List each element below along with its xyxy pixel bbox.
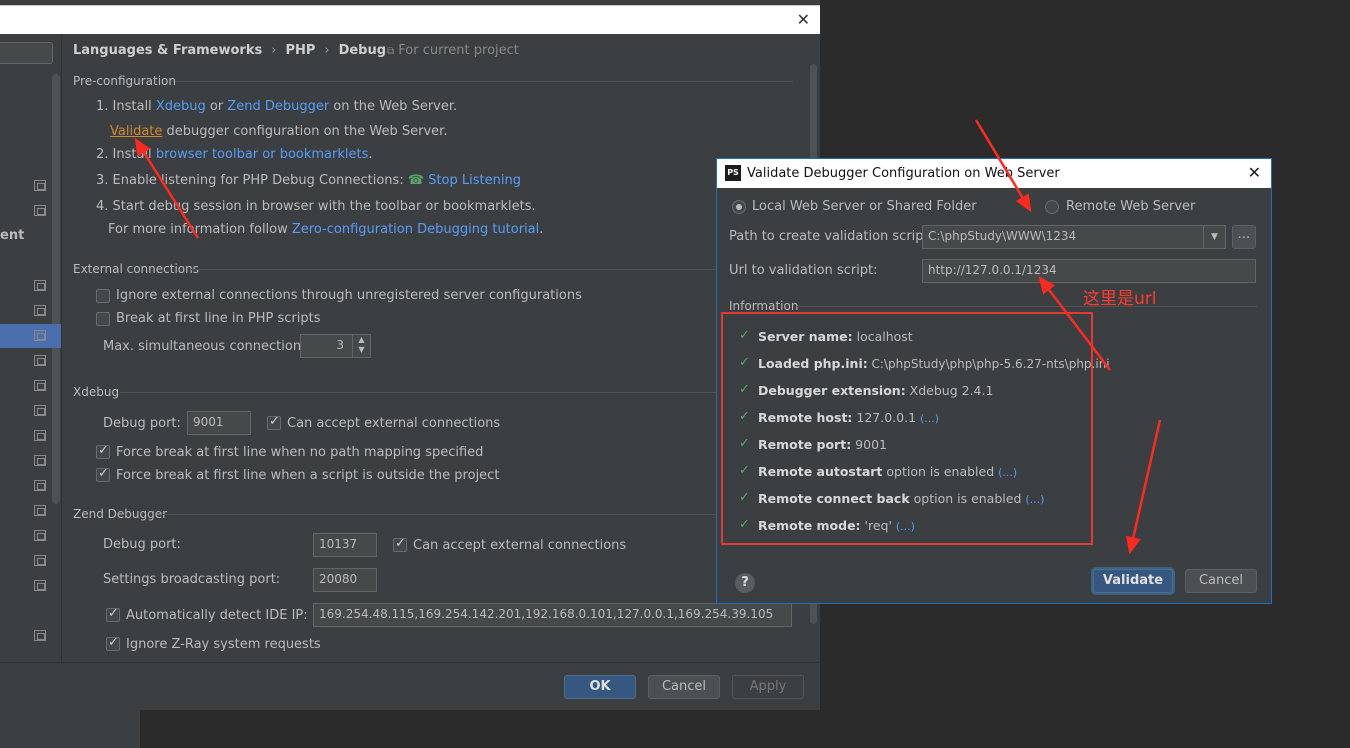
arrow-to-validate-button	[1126, 419, 1162, 555]
arrow-to-url-input	[1038, 276, 1111, 371]
arrow-to-validate-link	[134, 137, 200, 239]
annotation-arrows	[134, 119, 1162, 555]
arrow-to-remote-option	[974, 119, 1032, 213]
